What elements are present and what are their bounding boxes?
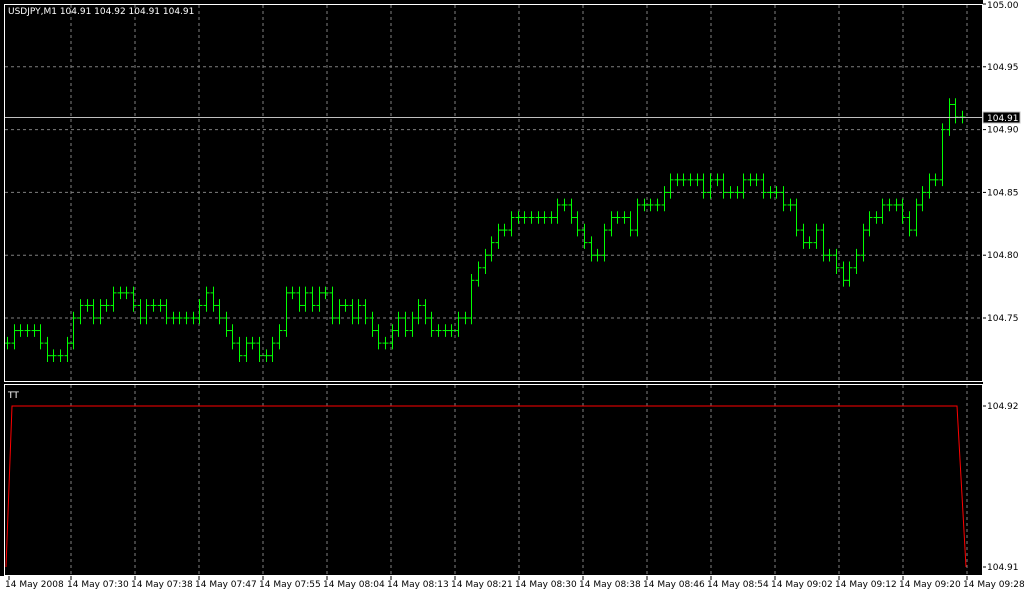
time-tick-label: 14 May 08:38 [579,580,641,590]
time-tick-label: 14 May 07:38 [131,580,193,590]
time-tick-label: 14 May 07:55 [259,580,321,590]
price-tick-label: 104.95 [987,63,1019,73]
time-tick-label: 14 May 09:28 [963,580,1024,590]
price-scale[interactable] [983,0,1024,594]
current-price-marker: 104.91 [982,111,1021,124]
price-tick-label: 104.80 [987,251,1019,261]
trading-chart[interactable]: 105.00 104.95 104.90 104.85 104.80 104.75 104… [0,0,1024,594]
price-tick-label: 105.00 [987,1,1019,11]
time-tick-label: 14 May 08:46 [643,580,705,590]
indicator-tick-label: 104.91 [987,563,1019,573]
indicator-tick-label: 104.92 [987,402,1019,412]
indicator-name-label: TT [7,391,19,401]
time-tick-label: 14 May 09:12 [835,580,897,590]
time-tick-label: 14 May 08:54 [707,580,769,590]
price-tick-label: 104.85 [987,188,1019,198]
time-tick-label: 14 May 2008 [5,580,64,590]
time-tick-label: 14 May 07:47 [195,580,257,590]
symbol-info-label: USDJPY,M1 104.91 104.92 104.91 104.91 [8,7,194,17]
time-tick-label: 14 May 08:04 [323,580,385,590]
time-tick-label: 14 May 09:02 [771,580,833,590]
time-tick-label: 14 May 09:20 [899,580,961,590]
current-price-label: 104.91 [987,114,1019,124]
time-tick-label: 14 May 08:30 [515,580,577,590]
time-tick-label: 14 May 08:13 [387,580,449,590]
chart-background [0,0,1024,594]
time-tick-label: 14 May 07:30 [67,580,129,590]
price-tick-label: 104.90 [987,126,1019,136]
price-tick-label: 104.75 [987,314,1019,324]
time-tick-label: 14 May 08:21 [451,580,513,590]
